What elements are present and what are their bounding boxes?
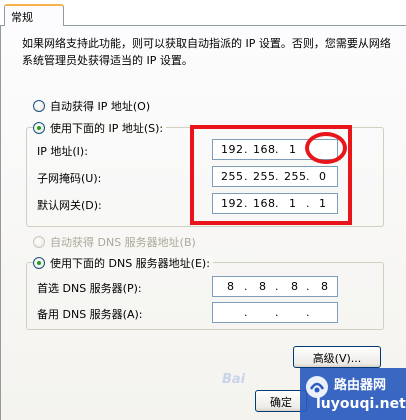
- preferred-dns-label: 首选 DNS 服务器(P):: [37, 282, 142, 295]
- radio-manual-ip-label: 使用下面的 IP 地址(S):: [50, 122, 164, 135]
- alternate-dns-input[interactable]: . . .: [212, 302, 338, 323]
- radio-manual-ip[interactable]: 使用下面的 IP 地址(S):: [33, 120, 167, 136]
- pdns-octet-1: 8: [227, 280, 235, 293]
- radio-auto-ip-circle[interactable]: [33, 100, 45, 112]
- pdns-octet-3: 8: [291, 280, 299, 293]
- pdns-octet-4: 8: [321, 280, 329, 293]
- radio-auto-dns-label: 自动获得 DNS 服务器地址(B): [50, 236, 196, 249]
- baidu-watermark: Bai: [222, 372, 246, 387]
- preferred-dns-input[interactable]: 8 . 8 . 8 . 8: [212, 276, 338, 297]
- radio-auto-ip[interactable]: 自动获得 IP 地址(O): [33, 98, 150, 114]
- tab-general-label: 常规: [11, 11, 33, 24]
- description-text: 如果网络支持此功能，则可以获取自动指派的 IP 设置。否则，您需要从网络系统管理…: [22, 37, 391, 67]
- ip-address-label: IP 地址(I):: [37, 145, 88, 158]
- pdns-octet-2: 8: [259, 280, 267, 293]
- subnet-mask-label: 子网掩码(U):: [37, 172, 102, 185]
- router-site-watermark: 路由器网 luyouqi.net: [300, 368, 406, 420]
- radio-manual-ip-circle[interactable]: [33, 122, 45, 134]
- watermark-site-cn: 路由器网: [334, 378, 387, 393]
- advanced-button[interactable]: 高级(V)...: [293, 346, 381, 368]
- tab-general[interactable]: 常规: [4, 4, 64, 26]
- radio-auto-dns-circle[interactable]: [33, 236, 45, 248]
- radio-manual-dns-circle[interactable]: [33, 257, 45, 269]
- radio-auto-dns[interactable]: 自动获得 DNS 服务器地址(B): [33, 234, 196, 250]
- radio-manual-dns[interactable]: 使用下面的 DNS 服务器地址(E):: [33, 255, 213, 271]
- watermark-site-url: luyouqi.net: [316, 396, 406, 412]
- default-gateway-label: 默认网关(D):: [37, 199, 102, 212]
- radio-manual-dns-label: 使用下面的 DNS 服务器地址(E):: [50, 257, 210, 270]
- annotation-red-circle: [305, 132, 347, 164]
- radio-auto-ip-label: 自动获得 IP 地址(O): [50, 100, 151, 113]
- alternate-dns-label: 备用 DNS 服务器(A):: [37, 308, 143, 321]
